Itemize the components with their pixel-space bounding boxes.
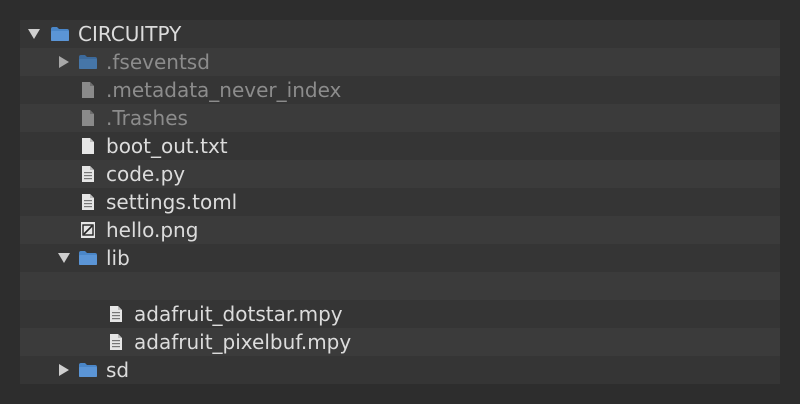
source-file-icon — [106, 304, 126, 324]
tree-label-lib: lib — [106, 246, 130, 270]
tree-row-boot-out-txt[interactable]: boot_out.txt — [20, 132, 780, 160]
tree-label-adafruit-pixelbuf-mpy: adafruit_pixelbuf.mpy — [134, 330, 352, 354]
file-icon — [78, 136, 98, 156]
tree-row-adafruit-dotstar-mpy[interactable]: adafruit_dotstar.mpy — [20, 300, 780, 328]
tree-label-hello-png: hello.png — [106, 218, 199, 242]
tree-row-trashes[interactable]: .Trashes — [20, 104, 780, 132]
tree-row-lib[interactable]: lib — [20, 244, 780, 272]
tree-label-trashes: .Trashes — [106, 106, 188, 130]
source-file-icon — [106, 332, 126, 352]
folder-icon — [78, 360, 98, 380]
folder-icon — [78, 52, 98, 72]
tree-row-settings-toml[interactable]: settings.toml — [20, 188, 780, 216]
folder-icon — [78, 248, 98, 268]
file-tree: CIRCUITPY .fseventsd .metadata_never_ind… — [20, 20, 780, 384]
tree-row-empty — [20, 272, 780, 300]
disclosure-expanded-icon[interactable] — [26, 26, 42, 42]
tree-row-adafruit-pixelbuf-mpy[interactable]: adafruit_pixelbuf.mpy — [20, 328, 780, 356]
disclosure-collapsed-icon[interactable] — [56, 362, 72, 378]
file-icon — [78, 80, 98, 100]
source-file-icon — [78, 164, 98, 184]
disclosure-collapsed-icon[interactable] — [56, 54, 72, 70]
tree-label-fseventsd: .fseventsd — [106, 50, 210, 74]
disclosure-expanded-icon[interactable] — [56, 250, 72, 266]
tree-row-metadata-never-index[interactable]: .metadata_never_index — [20, 76, 780, 104]
folder-icon — [50, 24, 70, 44]
tree-label-adafruit-dotstar-mpy: adafruit_dotstar.mpy — [134, 302, 343, 326]
tree-row-fseventsd[interactable]: .fseventsd — [20, 48, 780, 76]
tree-row-sd[interactable]: sd — [20, 356, 780, 384]
tree-row-circuitpy[interactable]: CIRCUITPY — [20, 20, 780, 48]
tree-row-code-py[interactable]: code.py — [20, 160, 780, 188]
file-icon — [78, 108, 98, 128]
tree-label-settings-toml: settings.toml — [106, 190, 238, 214]
image-file-icon — [78, 220, 98, 240]
tree-row-hello-png[interactable]: hello.png — [20, 216, 780, 244]
source-file-icon — [78, 192, 98, 212]
tree-label-code-py: code.py — [106, 162, 186, 186]
tree-label-metadata-never-index: .metadata_never_index — [106, 78, 342, 102]
tree-label-sd: sd — [106, 358, 130, 382]
tree-label-boot-out-txt: boot_out.txt — [106, 134, 228, 158]
tree-label-circuitpy: CIRCUITPY — [78, 22, 182, 46]
